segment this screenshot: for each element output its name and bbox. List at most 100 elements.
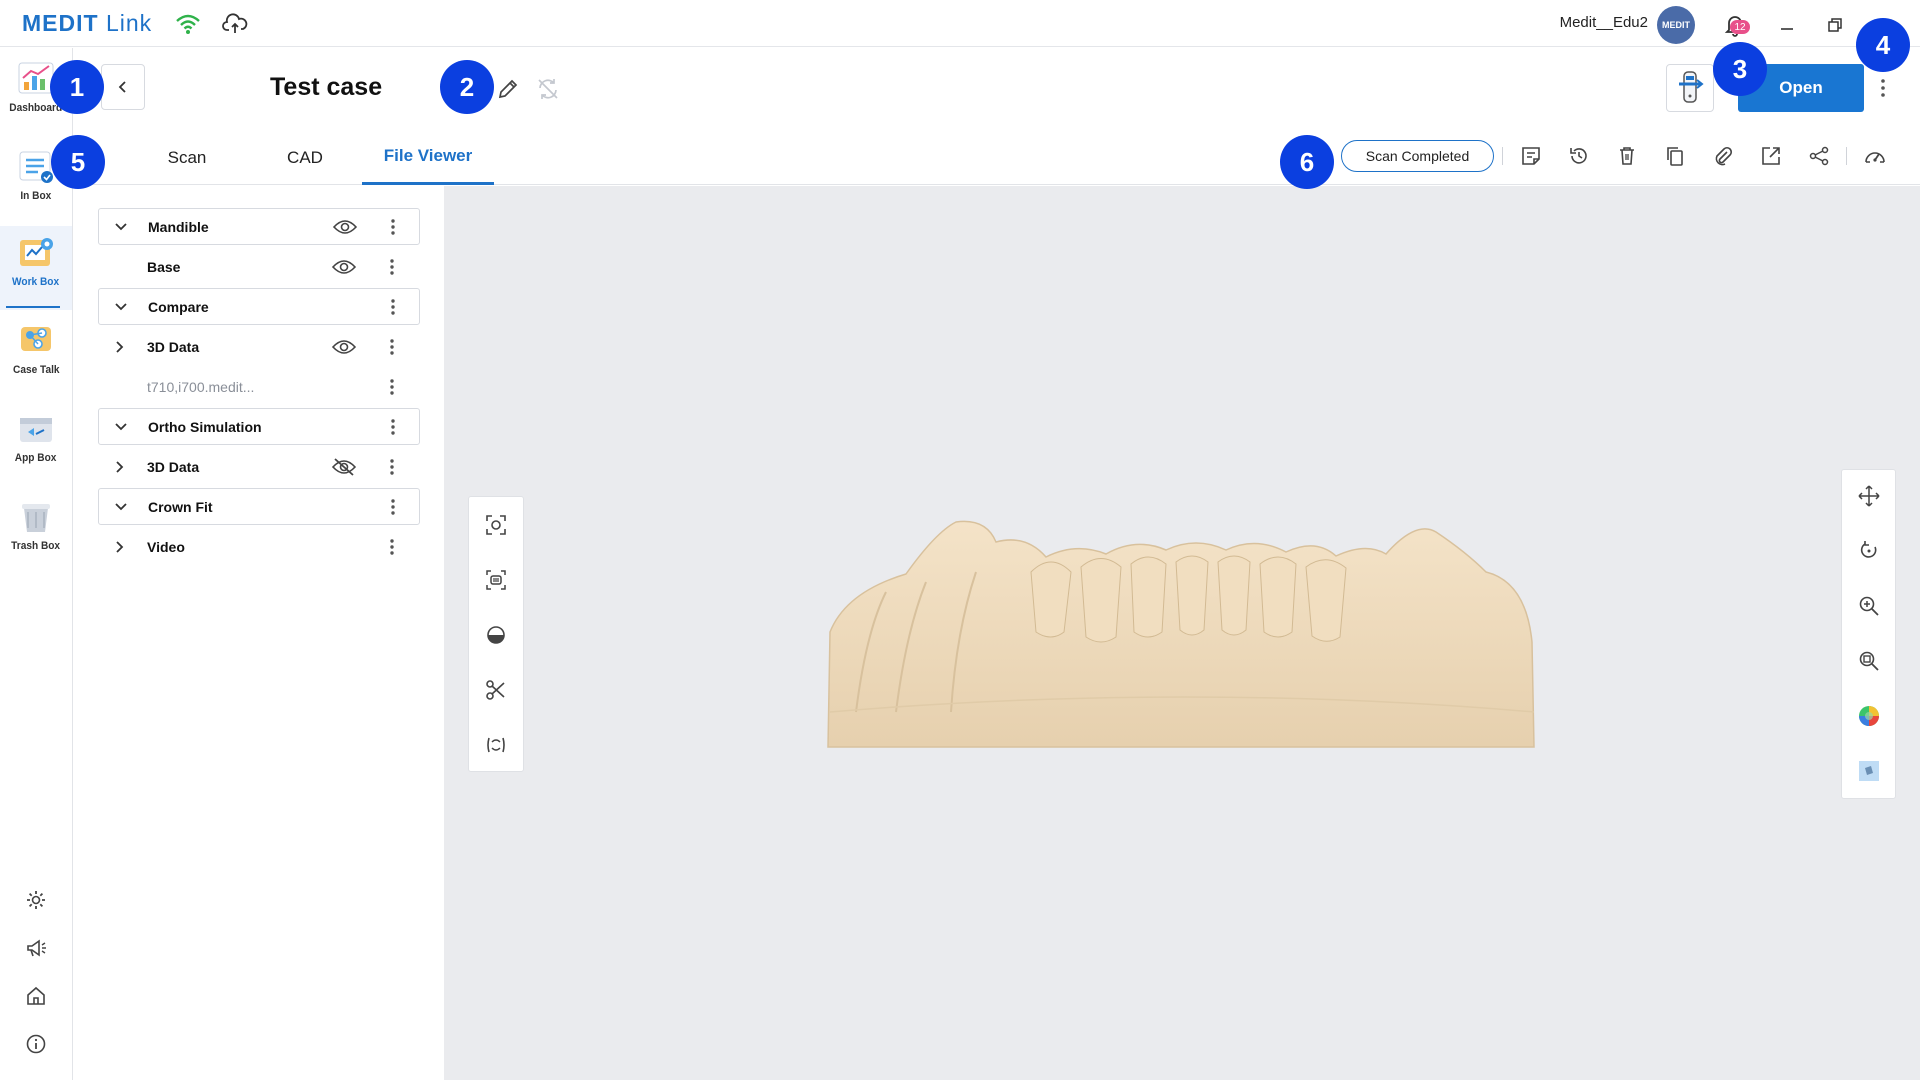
more-vertical-icon[interactable]	[386, 296, 400, 318]
cloud-sync-icon[interactable]	[222, 11, 248, 37]
more-vertical-icon[interactable]	[1876, 76, 1890, 100]
trim-scissors-icon[interactable]	[482, 676, 510, 704]
zoom-in-icon[interactable]	[1855, 592, 1883, 620]
chevron-down-icon[interactable]	[111, 297, 131, 317]
info-icon[interactable]	[22, 1030, 50, 1058]
username: Medit__Edu2	[1559, 14, 1648, 31]
eye-off-icon[interactable]	[331, 456, 357, 478]
home-icon[interactable]	[22, 982, 50, 1010]
tree-node-label: Crown Fit	[148, 498, 213, 515]
tree-node-label: Compare	[148, 298, 209, 315]
pan-icon[interactable]	[1855, 482, 1883, 510]
sidebar-label: In Box	[20, 190, 52, 202]
edit-pencil-icon[interactable]	[495, 76, 521, 102]
chevron-down-icon[interactable]	[111, 217, 131, 237]
section-icon[interactable]	[482, 621, 510, 649]
tab-scan[interactable]: Scan	[131, 130, 243, 185]
tab-file-viewer[interactable]: File Viewer	[362, 130, 494, 185]
sync-disabled-icon	[535, 76, 561, 102]
avatar[interactable]: MEDIT	[1657, 6, 1695, 44]
color-map-icon[interactable]	[1855, 702, 1883, 730]
chevron-down-icon[interactable]	[111, 417, 131, 437]
back-button[interactable]	[101, 64, 145, 110]
texture-cube-icon[interactable]	[1855, 757, 1883, 785]
tree-node[interactable]: 3D Data	[98, 448, 420, 485]
scanner-button[interactable]	[1666, 64, 1714, 112]
tab-cad[interactable]: CAD	[259, 130, 351, 185]
history-icon[interactable]	[1566, 143, 1592, 169]
tree-node[interactable]: Compare	[98, 288, 420, 325]
inbox-icon	[16, 148, 56, 186]
tree-node-label: Ortho Simulation	[148, 418, 262, 435]
app-logo: MEDIT Link	[22, 10, 153, 36]
status-badge[interactable]: Scan Completed	[1341, 140, 1494, 172]
tree-node-label: Video	[147, 538, 185, 555]
more-vertical-icon[interactable]	[386, 496, 400, 518]
workbox-icon	[16, 234, 56, 272]
left-viewer-toolbar	[468, 496, 524, 772]
eye-icon[interactable]	[332, 216, 358, 238]
sidebar-item-workbox[interactable]: Work Box	[0, 226, 72, 310]
chevron-right-icon[interactable]	[110, 337, 130, 357]
capture-icon[interactable]	[482, 566, 510, 594]
annotation-marker: 6	[1280, 135, 1334, 189]
sidebar-item-trash[interactable]: Trash Box	[0, 490, 72, 574]
sidebar-label: Case Talk	[12, 364, 60, 376]
tree-node[interactable]: t710,i700.medit...	[98, 368, 420, 405]
tree-node-label: 3D Data	[147, 338, 200, 355]
chevron-left-icon	[116, 80, 130, 94]
more-vertical-icon[interactable]	[385, 256, 399, 278]
minimize-icon[interactable]	[1772, 10, 1802, 40]
chevron-right-icon[interactable]	[110, 537, 130, 557]
tree-node[interactable]: 3D Data	[98, 328, 420, 365]
more-vertical-icon[interactable]	[386, 216, 400, 238]
annotation-marker: 4	[1856, 18, 1910, 72]
title-bar: MEDIT Link Medit__Edu2 MEDIT 12	[0, 0, 1920, 47]
restore-icon[interactable]	[1820, 10, 1850, 40]
sidebar-label: Dashboard	[9, 102, 63, 114]
more-vertical-icon[interactable]	[386, 416, 400, 438]
tree-node-label: Mandible	[148, 218, 209, 235]
copy-icon[interactable]	[1662, 143, 1688, 169]
avatar-text: MEDIT	[1662, 20, 1690, 30]
tree-node[interactable]: Crown Fit	[98, 488, 420, 525]
chevron-right-icon[interactable]	[110, 457, 130, 477]
zoom-fit-icon[interactable]	[1855, 647, 1883, 675]
share-icon[interactable]	[1806, 143, 1832, 169]
right-viewer-toolbar	[1841, 469, 1896, 799]
sidebar-item-appbox[interactable]: App Box	[0, 402, 72, 486]
dashboard-gauge-icon[interactable]	[1862, 143, 1888, 169]
tree-node-label: t710,i700.medit...	[147, 378, 255, 395]
more-vertical-icon[interactable]	[385, 536, 399, 558]
wifi-icon	[175, 11, 201, 37]
trash-icon	[16, 498, 56, 536]
notification-badge: 12	[1730, 20, 1750, 34]
more-vertical-icon[interactable]	[385, 456, 399, 478]
eye-icon[interactable]	[331, 336, 357, 358]
sidebar-item-casetalk[interactable]: Case Talk	[0, 314, 72, 398]
delete-icon[interactable]	[1614, 143, 1640, 169]
note-icon[interactable]	[1518, 143, 1544, 169]
more-vertical-icon[interactable]	[385, 336, 399, 358]
attach-icon[interactable]	[1710, 143, 1736, 169]
fit-view-icon[interactable]	[482, 511, 510, 539]
tree-node[interactable]: Mandible	[98, 208, 420, 245]
more-vertical-icon[interactable]	[385, 376, 399, 398]
dental-model[interactable]	[826, 512, 1538, 752]
scanner-icon	[1675, 70, 1705, 106]
eye-icon[interactable]	[331, 256, 357, 278]
tree-node[interactable]: Base	[98, 248, 420, 285]
export-icon[interactable]	[1758, 143, 1784, 169]
annotation-marker: 3	[1713, 42, 1767, 96]
rotate-icon[interactable]	[1855, 537, 1883, 565]
toolbar-divider	[1502, 147, 1503, 165]
tree-node[interactable]: Ortho Simulation	[98, 408, 420, 445]
annotation-marker: 5	[51, 135, 105, 189]
tree-node[interactable]: Video	[98, 528, 420, 565]
announcement-icon[interactable]	[22, 934, 50, 962]
chevron-down-icon[interactable]	[111, 497, 131, 517]
occlusion-icon[interactable]	[482, 731, 510, 759]
tree-node-label: 3D Data	[147, 458, 200, 475]
settings-icon[interactable]	[22, 886, 50, 914]
sidebar-label: Trash Box	[11, 540, 61, 552]
